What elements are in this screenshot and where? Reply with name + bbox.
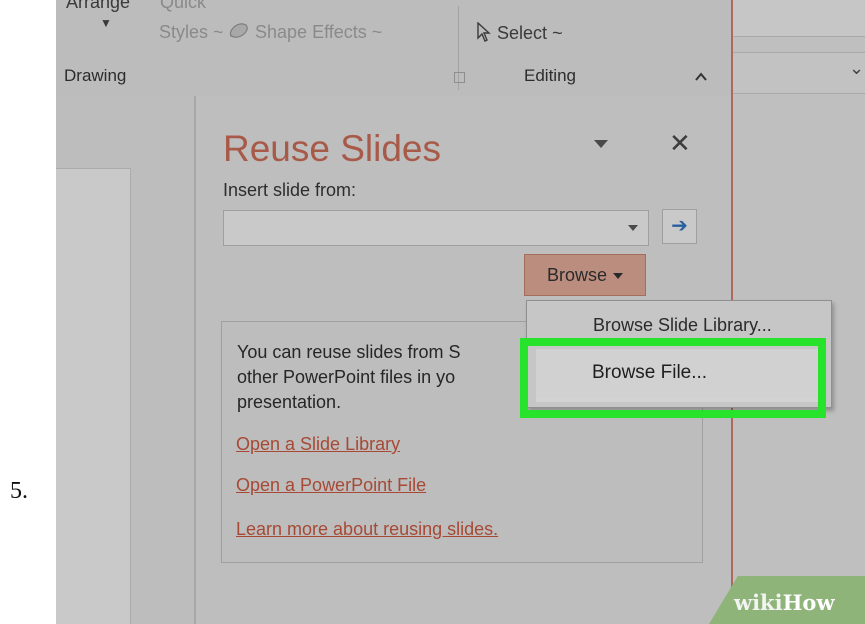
insert-slide-from-combo[interactable]: [223, 210, 649, 246]
quick-styles-button[interactable]: Styles ~: [159, 22, 224, 43]
wikihow-how: How: [782, 590, 835, 615]
chevron-down-icon[interactable]: ⌄: [849, 58, 864, 79]
screenshot-area: Arrange Quick ▼ Styles ~ Shape Effects ~…: [56, 0, 865, 624]
select-button[interactable]: Select ~: [476, 21, 563, 44]
arrange-button[interactable]: Arrange: [66, 0, 130, 13]
step-number: 5.: [10, 478, 28, 504]
right-top-strip: [733, 0, 865, 37]
shape-effects-icon: [229, 23, 248, 38]
shape-effects-button[interactable]: Shape Effects ~: [228, 22, 382, 43]
dialog-launcher-icon[interactable]: [454, 72, 465, 83]
quick-styles-label-top[interactable]: Quick: [160, 0, 206, 13]
browse-button[interactable]: Browse: [524, 254, 646, 296]
shape-effects-caret: ~: [371, 22, 383, 42]
open-slide-library-link[interactable]: Open a Slide Library: [236, 434, 400, 455]
insert-slide-label: Insert slide from:: [223, 180, 357, 200]
pane-title: Reuse Slides: [223, 128, 442, 169]
arrange-caret-icon[interactable]: ▼: [100, 16, 112, 30]
close-icon[interactable]: ✕: [669, 128, 691, 159]
wikihow-wiki: wiki: [734, 590, 783, 615]
chevron-down-icon[interactable]: [628, 225, 638, 231]
quick-styles-label: Styles: [159, 22, 209, 42]
arrow-right-icon: ➔: [671, 215, 688, 237]
shape-effects-label: Shape Effects: [255, 22, 367, 42]
caret-down-icon: [613, 273, 624, 280]
browse-label: Browse: [546, 265, 608, 285]
select-caret: ~: [552, 23, 563, 43]
ribbon: Arrange Quick ▼ Styles ~ Shape Effects ~…: [56, 0, 732, 95]
slide-thumbnail[interactable]: [56, 168, 131, 624]
select-label: Select: [497, 23, 548, 43]
pane-options-icon[interactable]: [594, 140, 608, 148]
wikihow-logo: wikiHow: [734, 590, 835, 615]
editing-group-label: Editing: [524, 66, 576, 85]
highlight-box: [520, 338, 826, 418]
browse-slide-library-item[interactable]: Browse Slide Library...: [593, 315, 772, 336]
learn-more-link[interactable]: Learn more about reusing slides.: [236, 519, 498, 540]
info-text: You can reuse slides from S other PowerP…: [237, 342, 461, 412]
quick-styles-caret: ~: [213, 22, 224, 42]
drawing-group-label: Drawing: [64, 66, 127, 85]
go-button[interactable]: ➔: [662, 209, 697, 244]
right-mid-strip: [733, 52, 865, 94]
open-powerpoint-file-link[interactable]: Open a PowerPoint File: [236, 475, 426, 496]
cursor-arrow-icon: [477, 21, 491, 42]
collapse-ribbon-icon[interactable]: [694, 70, 708, 84]
